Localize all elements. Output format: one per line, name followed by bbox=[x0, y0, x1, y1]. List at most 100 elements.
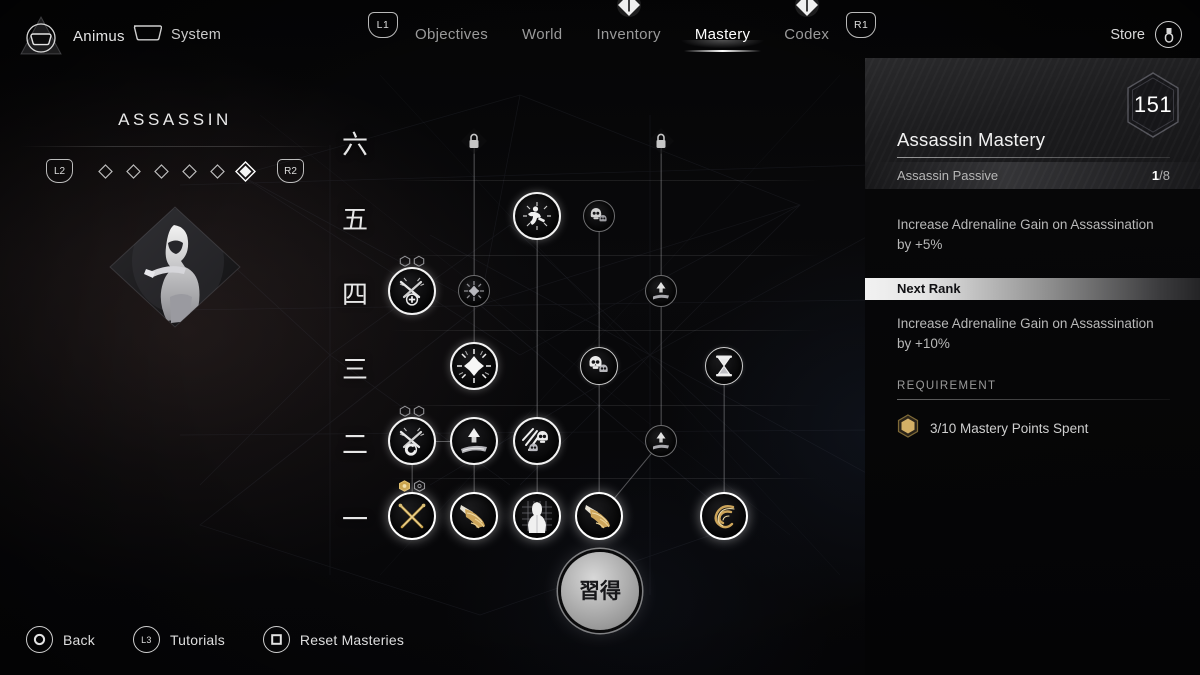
mastery-detail-title-rule bbox=[897, 157, 1170, 158]
tier-label-2: 二 bbox=[341, 430, 369, 461]
mastery-emblem[interactable]: 習得 bbox=[561, 552, 639, 630]
node-link-4 bbox=[598, 216, 600, 367]
current-rank-description: Increase Adrenaline Gain on Assassinatio… bbox=[897, 217, 1154, 253]
node-link-1 bbox=[660, 141, 662, 292]
circle-button-icon bbox=[26, 626, 53, 653]
touchpad-icon bbox=[132, 24, 163, 46]
mastery-rank: 1/8 bbox=[1152, 168, 1170, 183]
tutorials-action[interactable]: L3 Tutorials bbox=[132, 626, 225, 653]
bottom-action-bar: Back L3 Tutorials Reset Masteries bbox=[26, 626, 404, 653]
requirement-rule bbox=[897, 399, 1170, 400]
mastery-detail-panel: 151 Assassin Mastery Assassin Passive 1/… bbox=[865, 58, 1200, 675]
class-dot-2[interactable] bbox=[119, 163, 147, 179]
tab-world[interactable]: World bbox=[505, 8, 579, 52]
store-button[interactable]: Store bbox=[1110, 21, 1182, 48]
tier-line-5 bbox=[390, 255, 820, 256]
node-arrow-blade-t2b[interactable] bbox=[645, 425, 677, 457]
node-arrow-blade-t2[interactable] bbox=[450, 417, 498, 465]
reset-masteries-label: Reset Masteries bbox=[299, 631, 405, 648]
tab-inventory-marker-icon bbox=[616, 0, 642, 22]
class-dot-4[interactable] bbox=[175, 163, 203, 179]
mastery-detail-subrow: Assassin Passive 1/8 bbox=[865, 162, 1200, 189]
class-portrait bbox=[100, 201, 250, 333]
class-selector-panel: ASSASSIN L2 R2 bbox=[0, 110, 350, 410]
node-blade-cooldown[interactable] bbox=[388, 417, 436, 465]
tier-line-2 bbox=[390, 478, 820, 479]
class-dot-6-selected[interactable] bbox=[231, 160, 259, 182]
node-skull-strike[interactable] bbox=[513, 417, 561, 465]
animus-label: Animus bbox=[73, 27, 125, 45]
animus-menu-button[interactable]: Animus bbox=[18, 14, 125, 58]
class-dot-3[interactable] bbox=[147, 163, 175, 179]
right-bumper-hint[interactable]: R1 bbox=[846, 12, 877, 38]
node-smoke[interactable] bbox=[700, 492, 748, 540]
node-skulls-t3[interactable] bbox=[580, 347, 618, 385]
right-trigger-hint[interactable]: R2 bbox=[277, 159, 304, 183]
requirement-row: 3/10 Mastery Points Spent bbox=[865, 414, 1200, 443]
square-button-icon bbox=[262, 626, 290, 653]
pips-tier1 bbox=[399, 480, 426, 492]
animus-logo-icon bbox=[18, 14, 64, 58]
tab-inventory[interactable]: Inventory bbox=[579, 0, 677, 52]
next-rank-description: Increase Adrenaline Gain on Assassinatio… bbox=[897, 315, 1154, 351]
mastery-points-badge: 151 bbox=[1122, 70, 1184, 140]
mastery-points-value: 151 bbox=[1133, 92, 1173, 117]
tier-line-4 bbox=[390, 330, 820, 331]
node-cloak[interactable] bbox=[513, 492, 561, 540]
tab-codex-label: Codex bbox=[784, 26, 830, 43]
store-label: Store bbox=[1110, 26, 1145, 43]
node-locked-a[interactable] bbox=[459, 126, 489, 156]
node-double-skull-t5[interactable] bbox=[583, 200, 615, 232]
tab-codex-marker-icon bbox=[794, 0, 820, 22]
rank-separator: / bbox=[1159, 168, 1163, 183]
tier-line-6 bbox=[390, 180, 820, 181]
next-rank-label: Next Rank bbox=[897, 281, 961, 296]
tier-label-1: 一 bbox=[341, 505, 369, 536]
pips-tier4 bbox=[399, 255, 425, 267]
tab-mastery-underline bbox=[683, 50, 762, 52]
class-dot-5[interactable] bbox=[203, 163, 231, 179]
mastery-detail-header: 151 Assassin Mastery Assassin Passive 1/… bbox=[865, 58, 1200, 189]
tab-objectives[interactable]: Objectives bbox=[398, 8, 505, 52]
class-dot-1[interactable] bbox=[91, 163, 119, 179]
node-arrow-blade-t4[interactable] bbox=[645, 275, 677, 307]
back-action[interactable]: Back bbox=[26, 626, 95, 653]
top-navigation-bar: Animus System L1 Objectives World Invent… bbox=[0, 0, 1200, 62]
tutorials-label: Tutorials bbox=[169, 631, 225, 648]
tab-codex[interactable]: Codex bbox=[767, 0, 846, 52]
class-pager: L2 R2 bbox=[0, 159, 350, 183]
node-dual-blades[interactable] bbox=[388, 492, 436, 540]
class-index-dots bbox=[91, 160, 259, 182]
store-button-icon bbox=[1155, 21, 1182, 48]
rank-current: 1 bbox=[1151, 168, 1160, 183]
tab-world-label: World bbox=[522, 26, 563, 43]
tab-objectives-label: Objectives bbox=[415, 26, 489, 43]
class-title-divider bbox=[20, 146, 330, 147]
rank-total: 8 bbox=[1162, 168, 1170, 183]
l3-label: L3 bbox=[141, 634, 152, 645]
pips-tier2 bbox=[399, 405, 425, 417]
node-locked-b[interactable] bbox=[646, 126, 676, 156]
node-burst-t4[interactable] bbox=[458, 275, 490, 307]
back-label: Back bbox=[63, 631, 95, 648]
node-burst-t3[interactable] bbox=[450, 342, 498, 390]
l3-stick-icon: L3 bbox=[132, 626, 160, 653]
left-trigger-hint[interactable]: L2 bbox=[46, 159, 73, 183]
tab-mastery[interactable]: Mastery bbox=[669, 8, 776, 62]
left-bumper-hint[interactable]: L1 bbox=[368, 12, 398, 38]
tier-line-3 bbox=[390, 405, 820, 406]
mastery-point-hex-icon bbox=[897, 414, 919, 443]
system-menu-button[interactable]: System bbox=[132, 24, 221, 46]
node-hidden-blade-b[interactable] bbox=[575, 492, 623, 540]
node-blade-heal[interactable] bbox=[388, 267, 436, 315]
class-title: ASSASSIN bbox=[118, 110, 232, 129]
next-rank-header: Next Rank bbox=[865, 277, 1200, 300]
node-link-12 bbox=[536, 216, 538, 442]
tab-bar: L1 Objectives World Inventory Mastery Co… bbox=[368, 0, 877, 62]
requirement-label: REQUIREMENT bbox=[897, 380, 997, 392]
node-link-3 bbox=[660, 291, 662, 442]
node-hourglass-t3[interactable] bbox=[705, 347, 743, 385]
node-sprint-assassinate[interactable] bbox=[513, 192, 561, 240]
node-hidden-blade-a[interactable] bbox=[450, 492, 498, 540]
reset-masteries-action[interactable]: Reset Masteries bbox=[262, 626, 405, 653]
